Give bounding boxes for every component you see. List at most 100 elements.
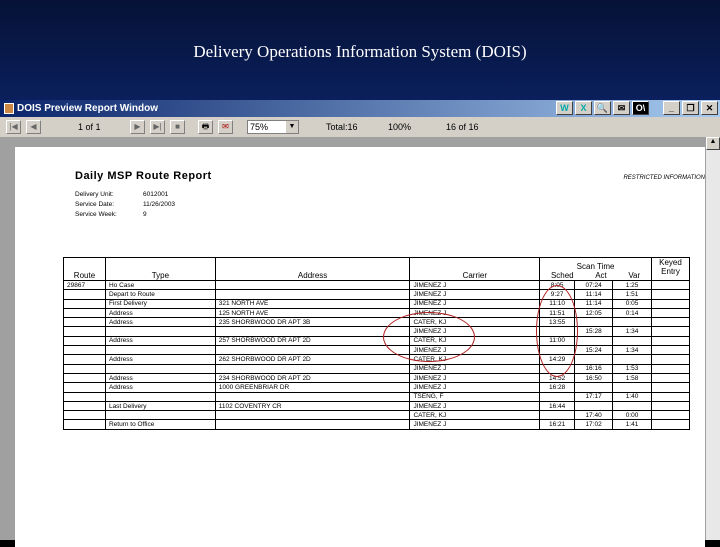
cell-keyed-entry: [650, 289, 691, 300]
cell-var: [612, 317, 652, 328]
cell-var: 1:58: [612, 372, 652, 384]
cell-sched: 16:21: [539, 419, 576, 430]
word-export-icon[interactable]: W: [556, 101, 573, 115]
zoom-select[interactable]: 75% ▼: [247, 120, 299, 134]
cell-var: 1:41: [612, 419, 652, 430]
cell-keyed-entry: [650, 279, 691, 291]
cell-var: 0:00: [612, 410, 652, 421]
first-page-icon[interactable]: |◀: [6, 120, 21, 134]
cell-carrier: JIMENEZ J: [409, 419, 541, 430]
table-row: Return to Office JIMENEZ J 16:21 17:02 1:41: [63, 419, 691, 430]
cell-type: First Delivery: [104, 298, 216, 309]
cell-act: [574, 382, 614, 393]
cell-route: [63, 326, 106, 337]
toolbar: |◀ ◀ 1 of 1 ▶ ▶| ■ 🖶 ✉ 75% ▼ Total:16 100…: [0, 117, 720, 137]
cell-keyed-entry: [650, 307, 691, 319]
minimize-button[interactable]: _: [663, 101, 680, 115]
header-act: Act: [595, 271, 607, 280]
page-indicator: 1 of 1: [78, 122, 101, 132]
app-icon: [4, 103, 14, 114]
cell-type: [104, 345, 216, 356]
cell-route: [63, 382, 106, 393]
cell-carrier: JIMENEZ J: [409, 382, 541, 393]
vertical-scrollbar[interactable]: ▲: [706, 137, 720, 540]
last-page-icon[interactable]: ▶|: [150, 120, 165, 134]
meta-label: Delivery Unit:: [75, 191, 114, 198]
cell-act: [574, 317, 614, 328]
header-carrier: Carrier: [409, 257, 541, 281]
cell-route: [63, 410, 106, 421]
table-row: First Delivery 321 NORTH AVE JIMENEZ J 11:1…: [63, 298, 691, 309]
cell-route: [63, 335, 106, 347]
scroll-up-icon[interactable]: ▲: [706, 137, 720, 150]
cell-var: [612, 382, 652, 393]
cell-carrier: JIMENEZ J: [409, 289, 541, 300]
total-label: Total:16: [326, 122, 358, 132]
header-var: Var: [628, 271, 641, 280]
cell-keyed-entry: [650, 382, 691, 393]
cell-route: [63, 400, 106, 412]
header-route: Route: [63, 257, 106, 281]
table-row: Address 1000 GREENBRIAR DR JIMENEZ J 16:28: [63, 382, 691, 393]
console-icon[interactable]: O\: [632, 101, 649, 115]
cell-var: 1:51: [612, 289, 652, 300]
cell-var: 1:40: [612, 391, 652, 402]
cell-carrier: TSENG, F: [409, 391, 541, 402]
cell-var: [612, 400, 652, 412]
table-row: 29867 Ho Case JIMENEZ J 8:05 07:24 1:25: [63, 279, 691, 291]
cell-address: [214, 345, 411, 356]
meta-label: Service Week:: [75, 211, 117, 218]
cell-address: [214, 419, 411, 430]
search-icon[interactable]: 🔍: [594, 101, 611, 115]
cell-address: 257 SHORBWOOD DR APT 2D: [214, 335, 411, 347]
cell-keyed-entry: [650, 345, 691, 356]
cell-keyed-entry: [650, 410, 691, 421]
cell-type: Address: [104, 335, 216, 347]
excel-export-icon[interactable]: X: [575, 101, 592, 115]
cell-address: [214, 326, 411, 337]
cell-var: 0:05: [612, 298, 652, 309]
cell-act: 17:02: [574, 419, 614, 430]
cell-type: Return to Office: [104, 419, 216, 430]
stop-icon[interactable]: ■: [170, 120, 185, 134]
cell-address: 234 SHORBWOOD DR APT 2D: [214, 372, 411, 384]
cell-act: 17:40: [574, 410, 614, 421]
cell-sched: 16:28: [539, 382, 576, 393]
cell-keyed-entry: [650, 372, 691, 384]
cell-type: Address: [104, 382, 216, 393]
restricted-label: RESTRICTED INFORMATION: [623, 175, 705, 181]
cell-carrier: JIMENEZ J: [409, 298, 541, 309]
table-row: CATER, KJ 17:40 0:00: [63, 410, 691, 421]
title-bar: DOIS Preview Report Window W X 🔍 ✉ O\ _ …: [0, 100, 720, 117]
report-title: Daily MSP Route Report: [75, 170, 212, 182]
chevron-down-icon[interactable]: ▼: [286, 121, 298, 133]
cell-address: 1000 GREENBRIAR DR: [214, 382, 411, 393]
window-title: DOIS Preview Report Window: [17, 103, 159, 114]
cell-route: [63, 317, 106, 328]
cell-route: [63, 289, 106, 300]
prev-page-icon[interactable]: ◀: [26, 120, 41, 134]
cell-route: [63, 372, 106, 384]
print-icon[interactable]: 🖶: [198, 120, 213, 134]
annotation-circle-sched: [536, 285, 578, 377]
cell-act: 11:14: [574, 289, 614, 300]
mail-icon[interactable]: ✉: [613, 101, 630, 115]
header-address: Address: [214, 257, 411, 281]
table-row: Address 262 SHORBWOOD DR APT 2D CATER, KJ 1…: [63, 354, 691, 365]
restore-button[interactable]: ❐: [682, 101, 699, 115]
cell-address: [214, 391, 411, 402]
cell-act: [574, 354, 614, 365]
scan-time-label: Scan Time: [576, 262, 615, 271]
zoom-value: 75%: [250, 122, 269, 132]
cell-keyed-entry: [650, 363, 691, 374]
cell-address: 1102 COVENTRY CR: [214, 400, 411, 412]
close-button[interactable]: ✕: [701, 101, 718, 115]
table-row: Last Delivery 1102 COVENTRY CR JIMENEZ J 16…: [63, 400, 691, 412]
next-page-icon[interactable]: ▶: [130, 120, 145, 134]
cell-address: 125 NORTH AVE: [214, 307, 411, 319]
cell-carrier: JIMENEZ J: [409, 372, 541, 384]
record-count: 16 of 16: [446, 122, 479, 132]
meta-label: Service Date:: [75, 201, 115, 208]
export-icon[interactable]: ✉: [218, 120, 233, 134]
cell-address: [214, 289, 411, 300]
